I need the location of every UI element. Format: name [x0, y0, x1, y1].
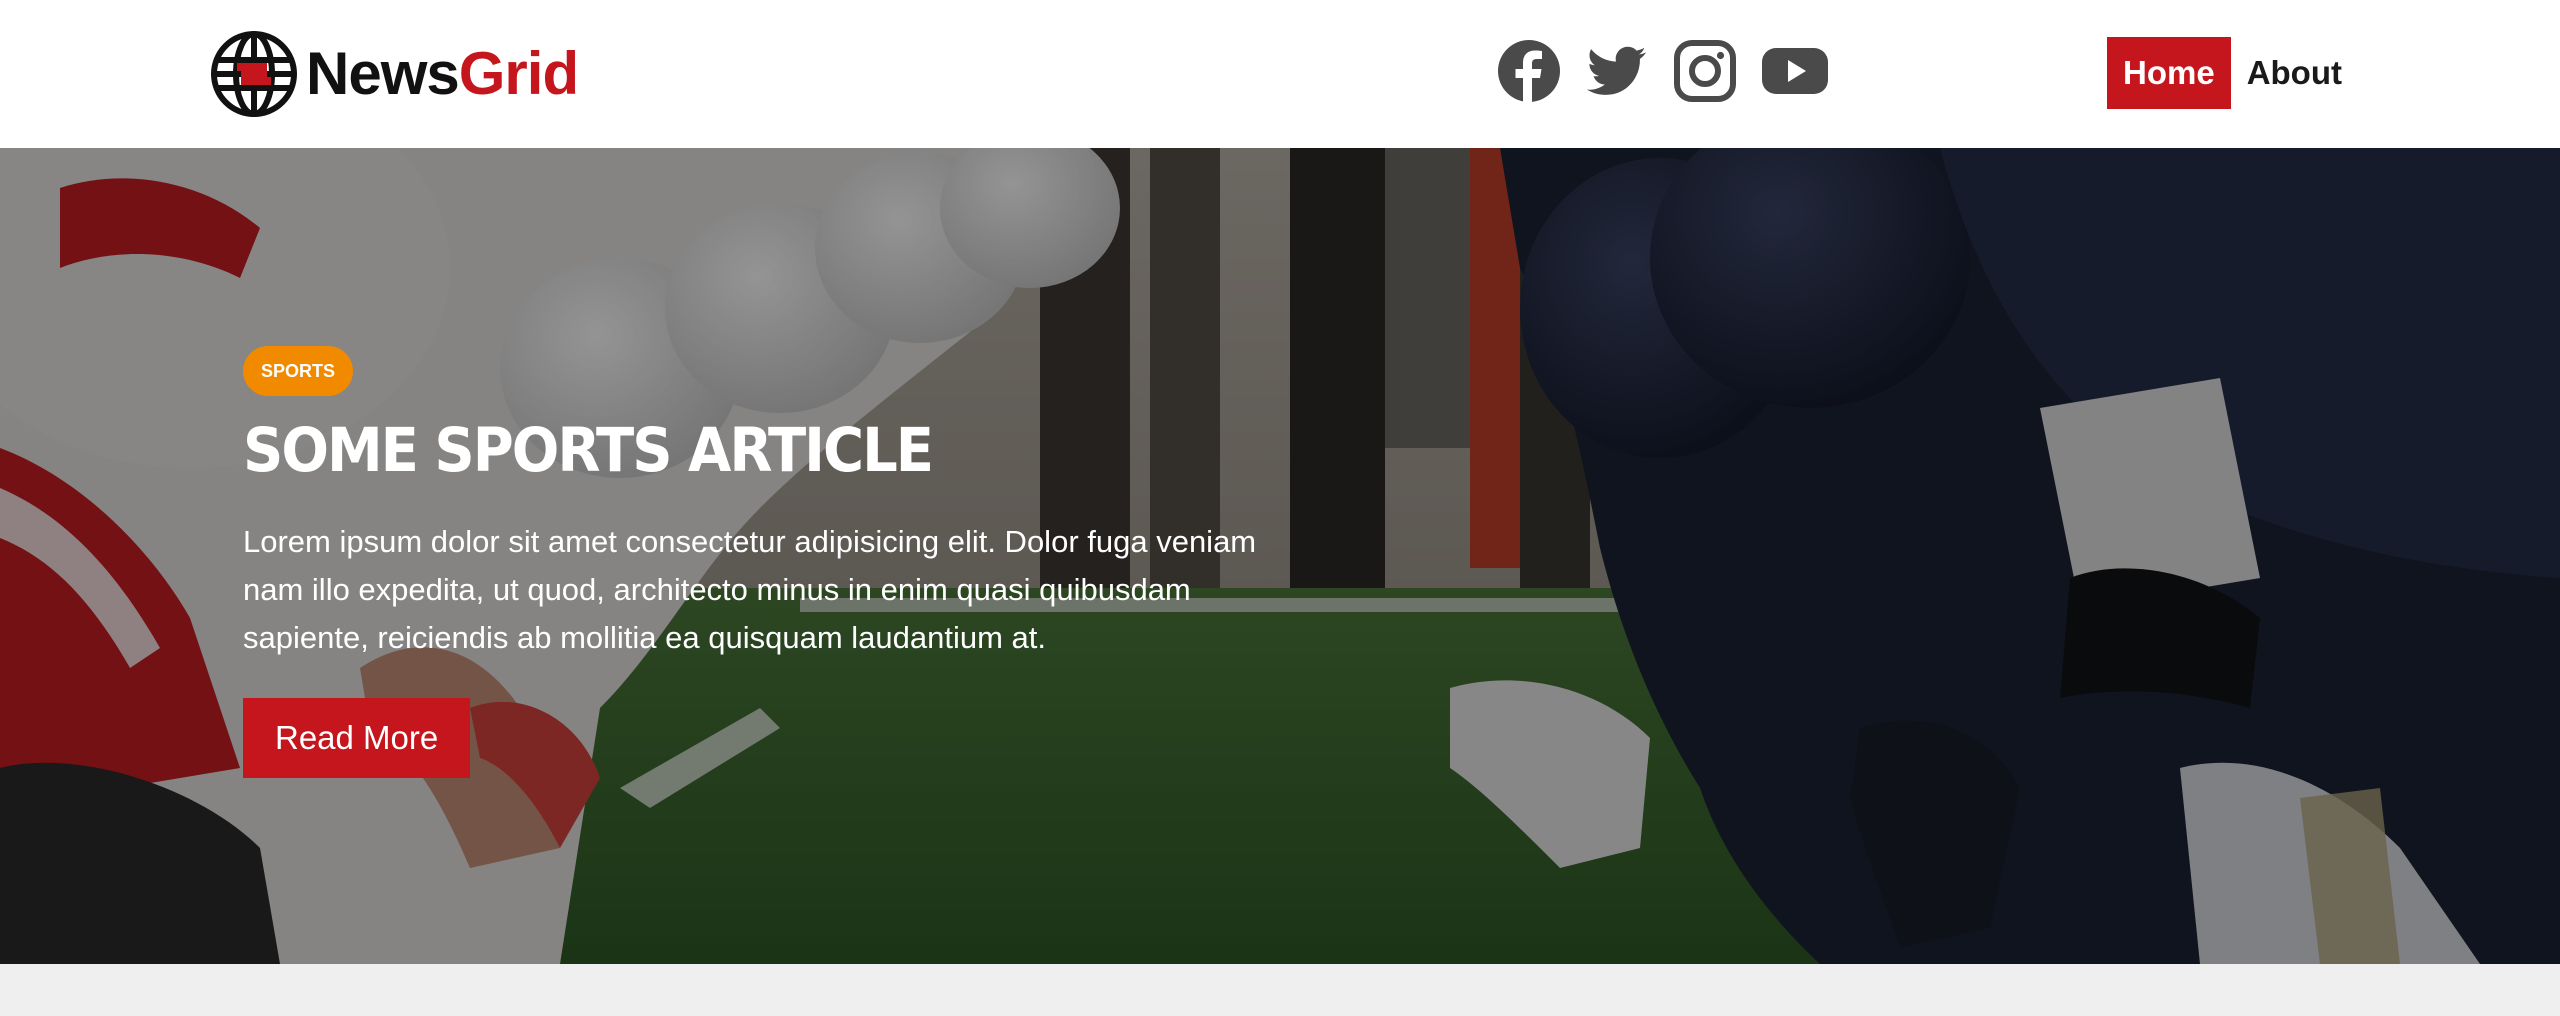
hero-banner: Sports Some Sports Article Lorem ipsum d… [0, 148, 2560, 964]
page-content-area [0, 964, 2560, 1016]
main-menu: Home About [2107, 37, 2358, 109]
read-more-button[interactable]: Read More [243, 698, 471, 778]
facebook-link[interactable] [1496, 38, 1562, 104]
brand-name: NewsGrid [306, 44, 579, 104]
article-title: Some Sports Article [243, 416, 934, 487]
brand-name-part2: Grid [458, 40, 579, 107]
instagram-link[interactable] [1672, 38, 1738, 104]
nav-home-link[interactable]: Home [2107, 37, 2231, 109]
youtube-icon [1762, 48, 1828, 94]
twitter-icon [1586, 46, 1646, 95]
globe-icon [211, 31, 297, 117]
instagram-icon [1674, 40, 1736, 102]
facebook-icon [1498, 40, 1560, 102]
article-excerpt: Lorem ipsum dolor sit amet consectetur a… [243, 524, 1257, 655]
youtube-link[interactable] [1760, 38, 1830, 104]
brand-logo[interactable]: NewsGrid [210, 30, 579, 118]
brand-name-part1: News [306, 40, 460, 107]
navbar: NewsGrid Home About [0, 0, 2560, 148]
nav-about-link[interactable]: About [2231, 37, 2358, 109]
hero-content: Sports Some Sports Article Lorem ipsum d… [243, 346, 1343, 778]
twitter-link[interactable] [1584, 38, 1650, 104]
category-badge[interactable]: Sports [243, 346, 354, 396]
social-links [1496, 38, 1830, 104]
